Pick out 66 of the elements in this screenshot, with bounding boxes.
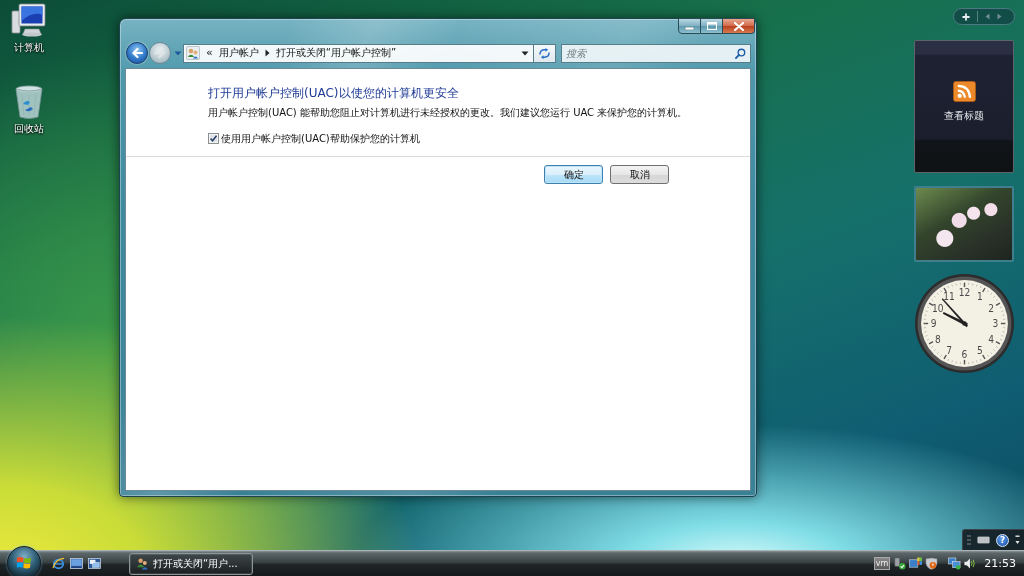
switch-windows-icon[interactable] xyxy=(88,557,101,570)
plus-icon[interactable] xyxy=(962,12,970,21)
clock-numeral: 11 xyxy=(943,291,955,303)
start-button[interactable] xyxy=(7,546,41,576)
minute-hand xyxy=(941,298,969,328)
description-text: 用户帐户控制(UAC) 能帮助您阻止对计算机进行未经授权的更改。我们建议您运行 UAC 来保护您的计算机。 xyxy=(208,106,689,119)
clock-numeral: 5 xyxy=(977,344,983,356)
clock-numeral: 1 xyxy=(977,291,983,303)
clock-numeral: 12 xyxy=(958,287,971,299)
options-icon[interactable] xyxy=(1015,535,1020,545)
maximize-button[interactable] xyxy=(701,18,723,34)
network-icon[interactable] xyxy=(948,557,962,570)
users-icon xyxy=(186,46,200,60)
cancel-button[interactable]: 取消 xyxy=(610,165,669,184)
minimize-icon xyxy=(685,27,694,30)
headlines-link[interactable]: 查看标题 xyxy=(944,110,984,122)
back-button[interactable] xyxy=(126,42,148,64)
checkbox-label[interactable]: 使用用户帐户控制(UAC)帮助保护您的计算机 xyxy=(221,132,420,145)
show-desktop-icon[interactable] xyxy=(70,557,83,570)
clock-numeral: 3 xyxy=(992,318,999,330)
usb-check-icon[interactable] xyxy=(893,557,907,570)
clock-numeral: 6 xyxy=(961,348,968,360)
caret-icon[interactable] xyxy=(521,50,529,56)
flag-icon xyxy=(16,555,32,571)
tray-badge[interactable]: vm xyxy=(873,557,891,570)
page-heading: 打开用户帐户控制(UAC)以使您的计算机更安全 xyxy=(208,85,460,101)
tray-clock[interactable]: 21:53 xyxy=(984,557,1016,570)
right-arrow-icon xyxy=(154,47,166,59)
close-button[interactable] xyxy=(723,18,755,34)
users-icon xyxy=(136,557,149,570)
computer-icon[interactable] xyxy=(11,3,47,39)
grip-icon[interactable] xyxy=(967,534,971,546)
keyboard-icon[interactable] xyxy=(977,536,990,544)
clock-numeral: 4 xyxy=(988,333,995,345)
volume-icon[interactable] xyxy=(964,557,976,570)
left-arrow-icon[interactable] xyxy=(985,13,990,20)
maximize-icon xyxy=(706,22,717,30)
search-field[interactable]: 搜索 xyxy=(561,43,751,63)
clock-numeral: 9 xyxy=(930,318,937,330)
clock-pivot-icon xyxy=(962,321,967,326)
search-icon[interactable] xyxy=(735,47,746,59)
help-button[interactable]: ? xyxy=(996,533,1009,547)
chevron-right-icon[interactable] xyxy=(264,49,270,57)
refresh-button[interactable] xyxy=(534,43,556,63)
rss-icon[interactable] xyxy=(952,81,976,102)
clock-numeral: 8 xyxy=(934,333,941,345)
ok-button[interactable]: 确定 xyxy=(544,165,603,184)
desktop-icon-label[interactable]: 回收站 xyxy=(14,123,44,135)
monitor-flag-icon[interactable] xyxy=(909,557,923,570)
checkbox[interactable] xyxy=(208,133,219,144)
breadcrumb-overflow[interactable]: « xyxy=(206,46,213,60)
minimize-button[interactable] xyxy=(678,18,701,34)
desktop-icon-label[interactable]: 计算机 xyxy=(14,42,44,54)
right-arrow-icon[interactable] xyxy=(997,13,1002,20)
refresh-icon xyxy=(538,47,551,59)
left-arrow-icon xyxy=(131,47,143,59)
clock-numeral: 2 xyxy=(988,302,995,314)
breadcrumb-link[interactable]: 打开或关闭“用户帐户控制” xyxy=(275,46,397,60)
clock-numeral: 7 xyxy=(946,344,952,356)
close-icon xyxy=(733,21,744,31)
globe-e-icon[interactable] xyxy=(52,557,65,570)
shield-warning-icon[interactable] xyxy=(925,557,939,570)
taskbar-button[interactable]: 打开或关闭“用户... xyxy=(129,552,253,575)
clock-numeral: 10 xyxy=(932,302,944,314)
address-bar[interactable]: « 用户帐户 打开或关闭“用户帐户控制” xyxy=(183,43,534,63)
breadcrumb-link[interactable]: 用户帐户 xyxy=(218,46,259,60)
